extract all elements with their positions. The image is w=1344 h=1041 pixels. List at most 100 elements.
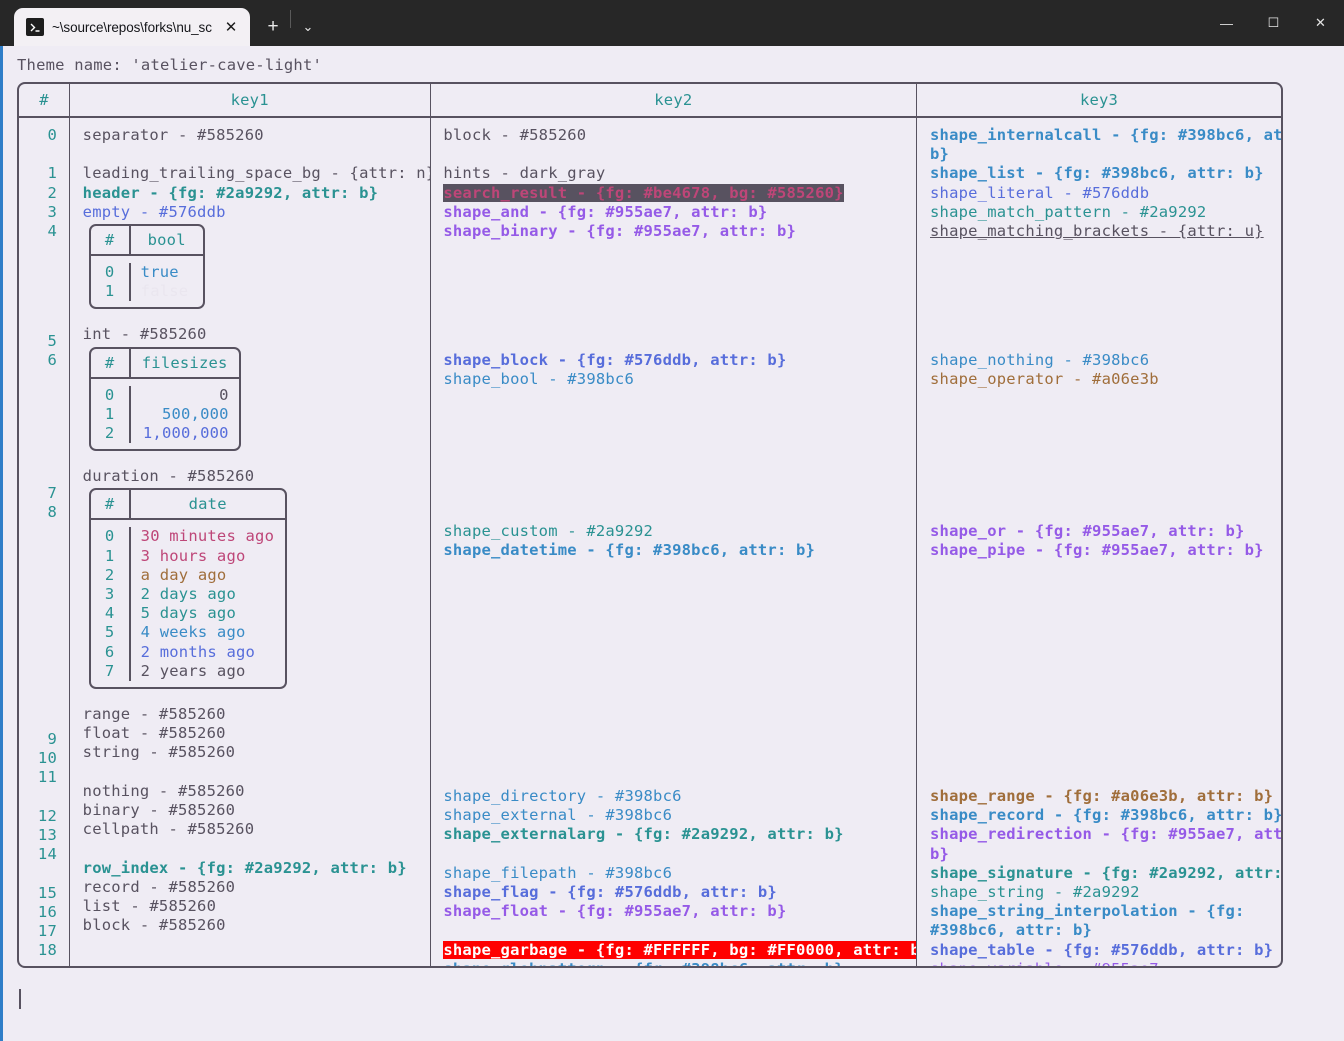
theme-entry: shape_custom - #2a9292	[443, 521, 654, 540]
row-index: 12	[37, 806, 57, 825]
theme-entry: shape_globpattern - {fg: #398bc6, attr: …	[443, 960, 916, 966]
terminal-content[interactable]: Theme name: 'atelier-cave-light' # key1 …	[0, 46, 1344, 1041]
column-header-key3: key3	[1079, 91, 1119, 109]
theme-entry: string - #585260	[82, 743, 236, 762]
nested-cell: 4 weeks ago	[140, 623, 246, 642]
row-index: 16	[37, 902, 57, 921]
row-index: 2	[47, 183, 57, 202]
title-bar: ~\source\repos\forks\nu_scrip ✕ + ⌄ — ☐ …	[0, 0, 1344, 46]
theme-entry: block - #585260	[443, 126, 587, 144]
nested-table-date: # date 0 1 2 3 4 5 6 7 30 minutes ago 3 …	[88, 488, 287, 690]
nested-index-column: 0 1	[91, 263, 129, 301]
minimize-button[interactable]: —	[1203, 0, 1250, 46]
row-index: 14	[37, 845, 57, 864]
theme-entry: shape_externalarg - {fg: #2a9292, attr: …	[443, 825, 844, 844]
terminal-tab[interactable]: ~\source\repos\forks\nu_scrip ✕	[14, 8, 250, 46]
nested-cell: 30 minutes ago	[140, 527, 275, 546]
nested-cell: true	[140, 263, 179, 282]
theme-entry: shape_nothing - #398bc6	[930, 351, 1150, 370]
nested-header-row: # date	[90, 490, 285, 521]
theme-entry: shape_float - {fg: #955ae7, attr: b}	[443, 902, 787, 921]
maximize-button[interactable]: ☐	[1250, 0, 1297, 46]
theme-entry: shape_record - {fg: #398bc6, attr: b}	[930, 806, 1282, 825]
theme-entry-wrap: b}	[930, 145, 950, 164]
theme-entry: shape_list - {fg: #398bc6, attr: b}	[930, 164, 1264, 183]
spacer: .	[83, 839, 430, 858]
theme-entry: int - #585260	[82, 325, 207, 344]
table-body: 0 . 1 2 3 4 5 6 7 8 9 10	[19, 118, 1281, 966]
nested-row-index: 0	[104, 527, 115, 546]
shape-garbage-highlight: shape_garbage - {fg: #FFFFFF, bg: #FF000…	[443, 940, 917, 959]
nested-row-index: 1	[104, 282, 115, 301]
theme-table: # key1 key2 key3 0 . 1 2 3	[17, 82, 1283, 968]
theme-entry-wrap: b}	[930, 844, 950, 863]
nested-cell: 0	[219, 385, 229, 404]
nested-cell: 2 days ago	[140, 585, 236, 604]
row-index: 8	[47, 502, 57, 521]
theme-entry: shape_or - {fg: #955ae7, attr: b}	[930, 521, 1245, 540]
new-tab-button[interactable]: +	[256, 8, 290, 46]
nested-row-index: 7	[104, 661, 115, 680]
nested-cell: 5 days ago	[140, 604, 236, 623]
row-index: 17	[37, 922, 57, 941]
theme-entry: shape_bool - #398bc6	[443, 370, 634, 389]
row-index: 0	[47, 126, 57, 144]
table-header-row: # key1 key2 key3	[19, 84, 1281, 118]
close-window-button[interactable]: ✕	[1297, 0, 1344, 46]
close-icon[interactable]: ✕	[220, 16, 242, 38]
theme-entry: empty - #576ddb	[82, 202, 226, 221]
nested-cell: 2 months ago	[140, 642, 256, 661]
row-index: 3	[47, 202, 57, 221]
theme-entry: block - #585260	[82, 916, 226, 935]
row-index: 18	[37, 941, 57, 960]
theme-entry: leading_trailing_space_bg - {attr: n}	[82, 164, 430, 183]
nested-cell: 1,000,000	[142, 424, 229, 443]
nested-value-column: 0 500,000 1,000,000	[131, 386, 239, 444]
theme-entry: nothing - #585260	[82, 781, 245, 800]
row-index: 1	[47, 164, 57, 183]
nested-value-column: true false	[131, 263, 203, 301]
nested-table-bool: # bool 0 1 true false	[88, 224, 205, 310]
nested-cell: a day ago	[140, 565, 227, 584]
nested-cell: 2 years ago	[140, 661, 246, 680]
nested-row-index: 4	[104, 604, 115, 623]
nested-column-header-date: date	[188, 495, 227, 514]
nested-column-header-filesizes: filesizes	[141, 353, 228, 372]
spacer: .	[443, 845, 916, 864]
theme-entry: float - #585260	[82, 724, 226, 743]
theme-entry: shape_string_interpolation - {fg:	[930, 902, 1245, 921]
nested-header-row: # bool	[90, 226, 203, 257]
nested-cell: false	[140, 282, 189, 301]
theme-name-line: Theme name: 'atelier-cave-light'	[17, 56, 323, 74]
column-header-key1: key1	[230, 91, 269, 109]
theme-entry: shape_operator - #a06e3b	[930, 370, 1159, 389]
column-header-index: #	[39, 91, 49, 109]
nested-table-filesizes: # filesizes 0 1 2 0 500,000 1,000,000	[88, 346, 241, 452]
chevron-down-icon[interactable]: ⌄	[291, 8, 325, 46]
theme-entry: shape_range - {fg: #a06e3b, attr: b}	[930, 787, 1274, 806]
spacer: .	[19, 145, 69, 164]
theme-entry: shape_and - {fg: #955ae7, attr: b}	[443, 202, 768, 221]
row-index: 5	[47, 332, 57, 351]
theme-entry: shape_directory - #398bc6	[443, 787, 682, 806]
nested-index-column: 0 1 2 3 4 5 6 7	[91, 527, 129, 681]
spacer: .	[83, 145, 430, 164]
text-cursor	[19, 989, 21, 1009]
prompt-line[interactable]	[17, 988, 1344, 1010]
theme-entry: duration - #585260	[82, 467, 255, 486]
key1-column: separator - #585260 . leading_trailing_s…	[70, 118, 430, 966]
nested-value-column: 30 minutes ago 3 hours ago a day ago 2 d…	[131, 527, 285, 681]
nested-cell: 3 hours ago	[140, 546, 246, 565]
theme-entry: shape_literal - #576ddb	[930, 183, 1150, 202]
theme-entry-garbage: shape_garbage - {fg: #FFFFFF, bg: #FF000…	[443, 940, 917, 960]
theme-entry: cellpath - #585260	[82, 820, 255, 839]
row-index: 15	[37, 883, 57, 902]
row-index: 9	[47, 730, 57, 749]
